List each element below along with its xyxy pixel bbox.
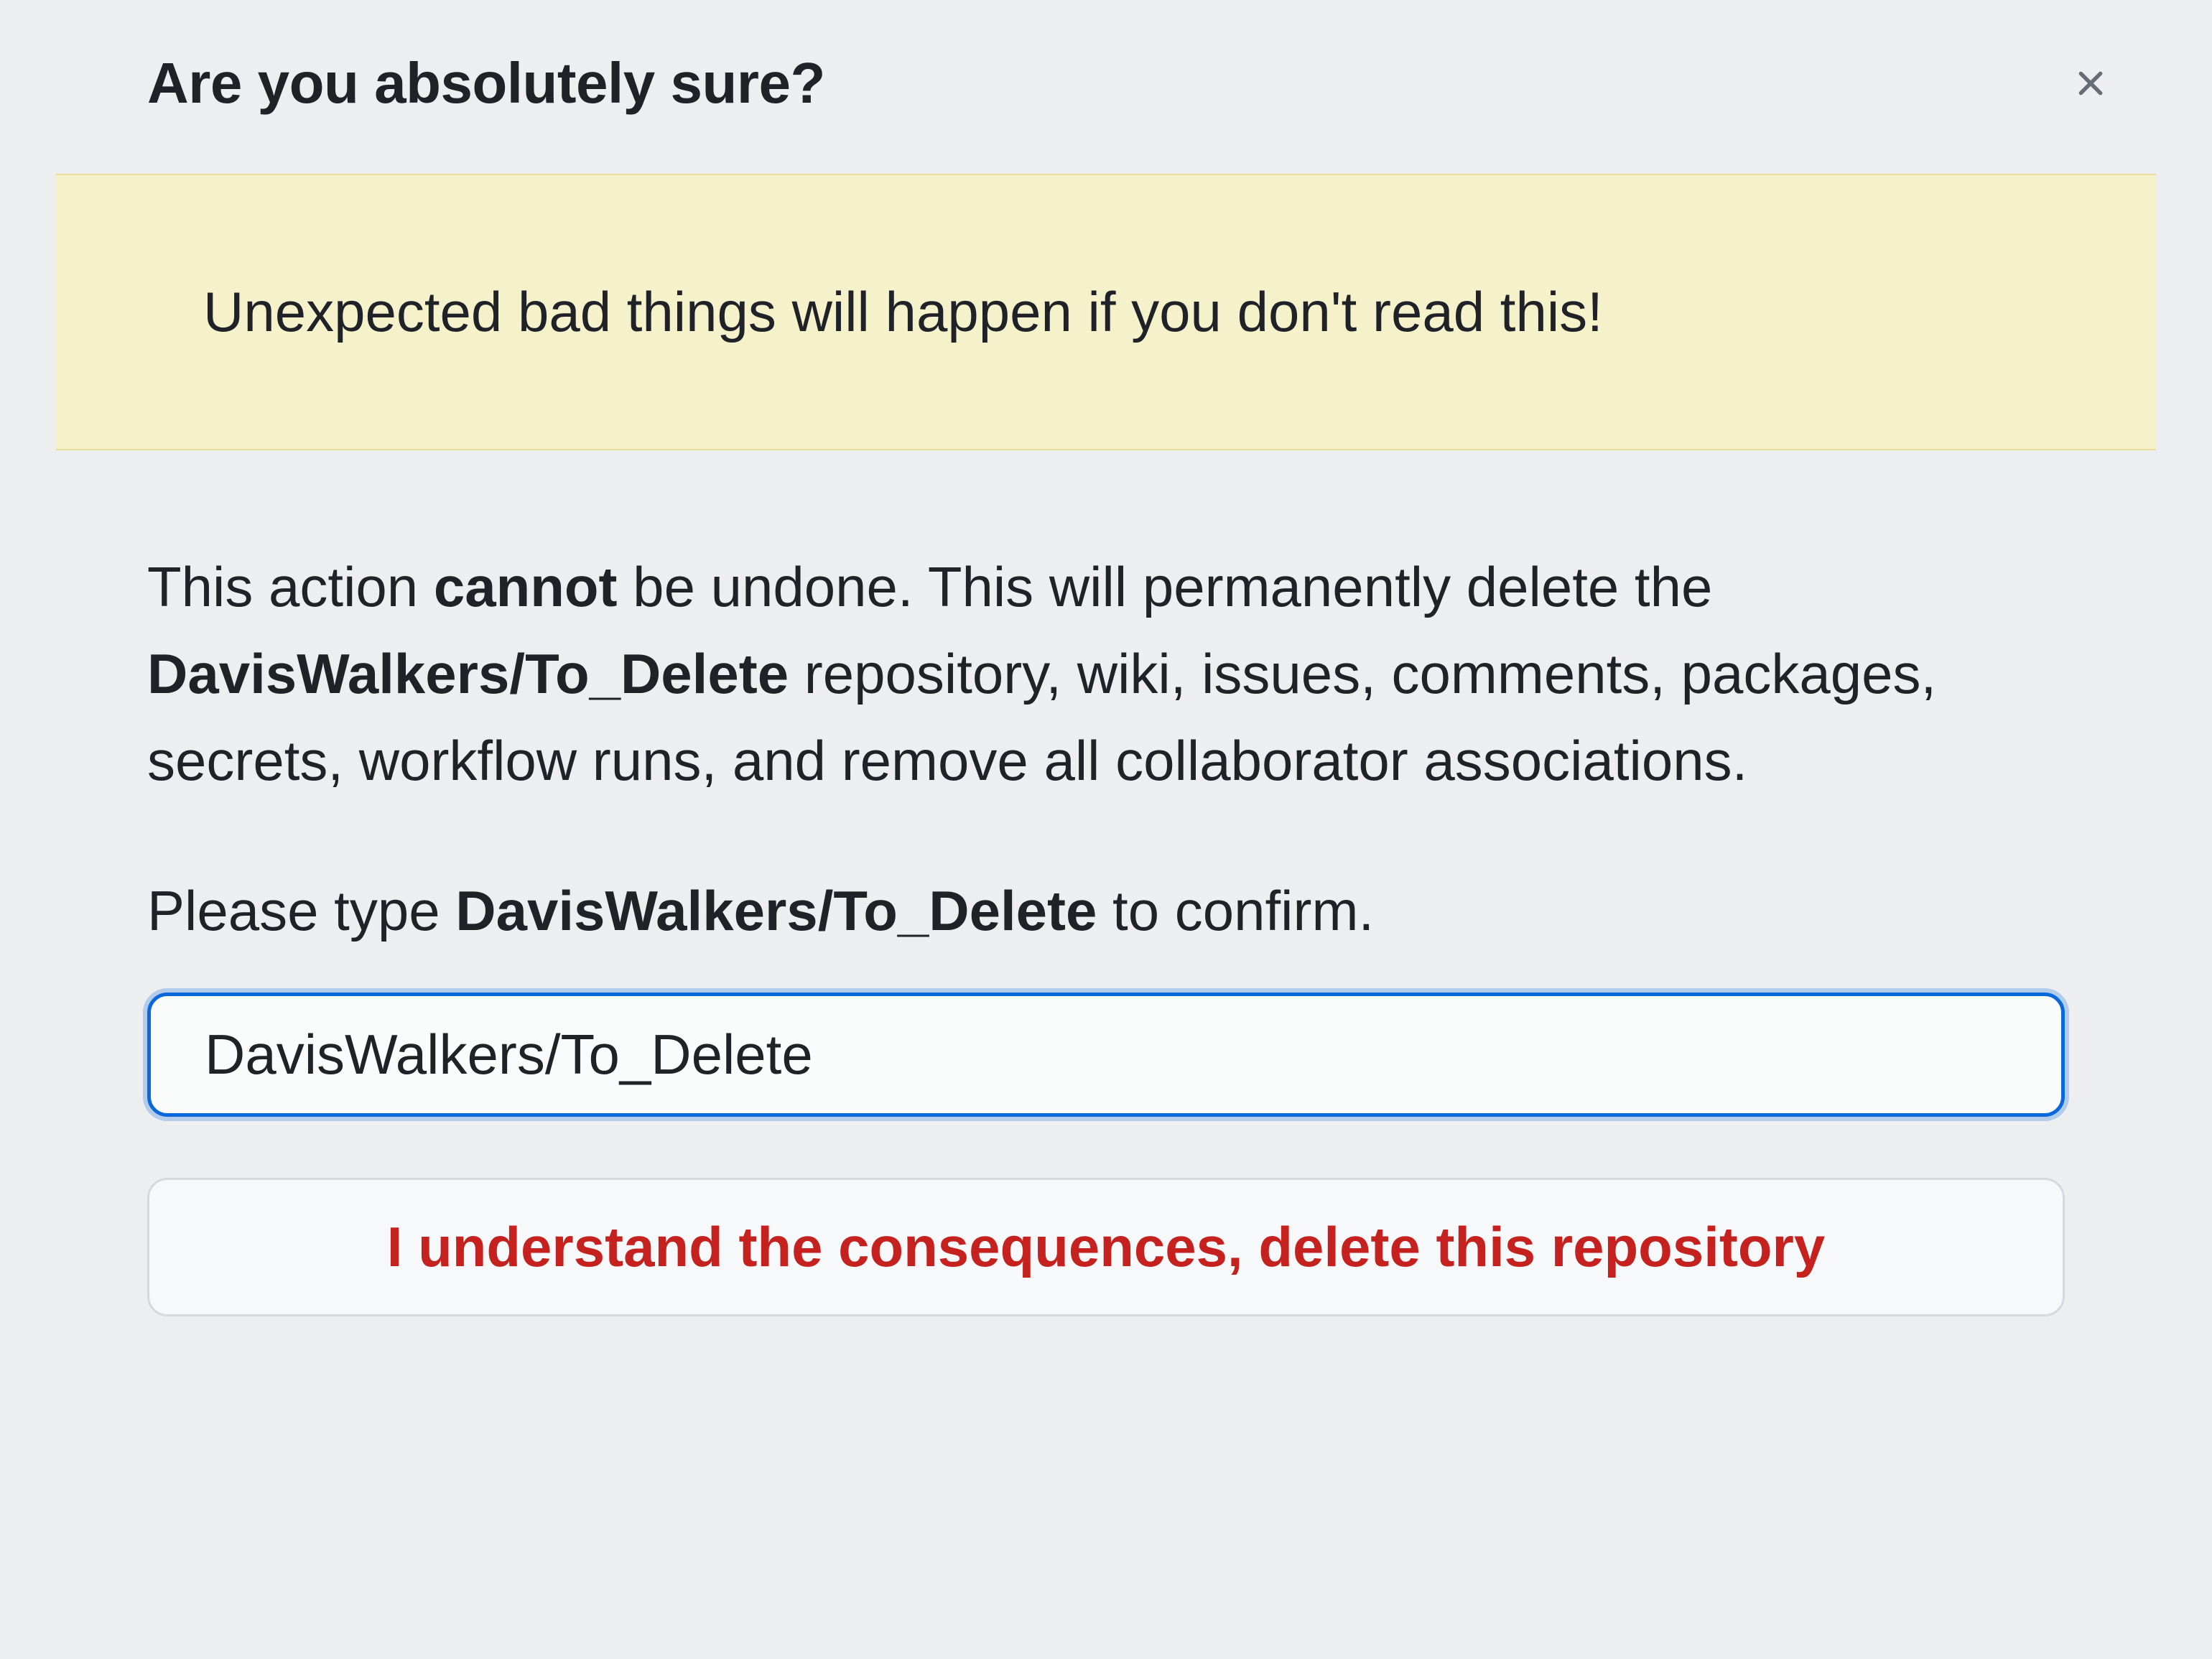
close-icon [2070,62,2111,104]
description-text: This action cannot be undone. This will … [147,544,2065,804]
dialog-title: Are you absolutely sure? [147,50,825,116]
description-bold1: cannot [434,555,618,618]
description-part1: This action [147,555,434,618]
warning-banner: Unexpected bad things will happen if you… [56,174,2156,450]
description-bold2: DavisWalkers/To_Delete [147,642,789,705]
delete-repository-dialog: Are you absolutely sure? Unexpected bad … [0,0,2212,1352]
warning-text: Unexpected bad things will happen if you… [203,276,2009,348]
dialog-body: This action cannot be undone. This will … [0,450,2212,1352]
description-part2: be undone. This will permanently delete … [618,555,1713,618]
confirm-prompt-part1: Please type [147,879,455,942]
confirm-prompt-bold: DavisWalkers/To_Delete [455,879,1097,942]
confirm-prompt: Please type DavisWalkers/To_Delete to co… [147,869,2065,953]
dialog-header: Are you absolutely sure? [0,0,2212,174]
confirm-prompt-part2: to confirm. [1097,879,1374,942]
close-button[interactable] [2063,55,2119,111]
confirm-delete-button[interactable]: I understand the consequences, delete th… [147,1178,2065,1316]
confirm-repo-name-input[interactable] [147,993,2065,1117]
